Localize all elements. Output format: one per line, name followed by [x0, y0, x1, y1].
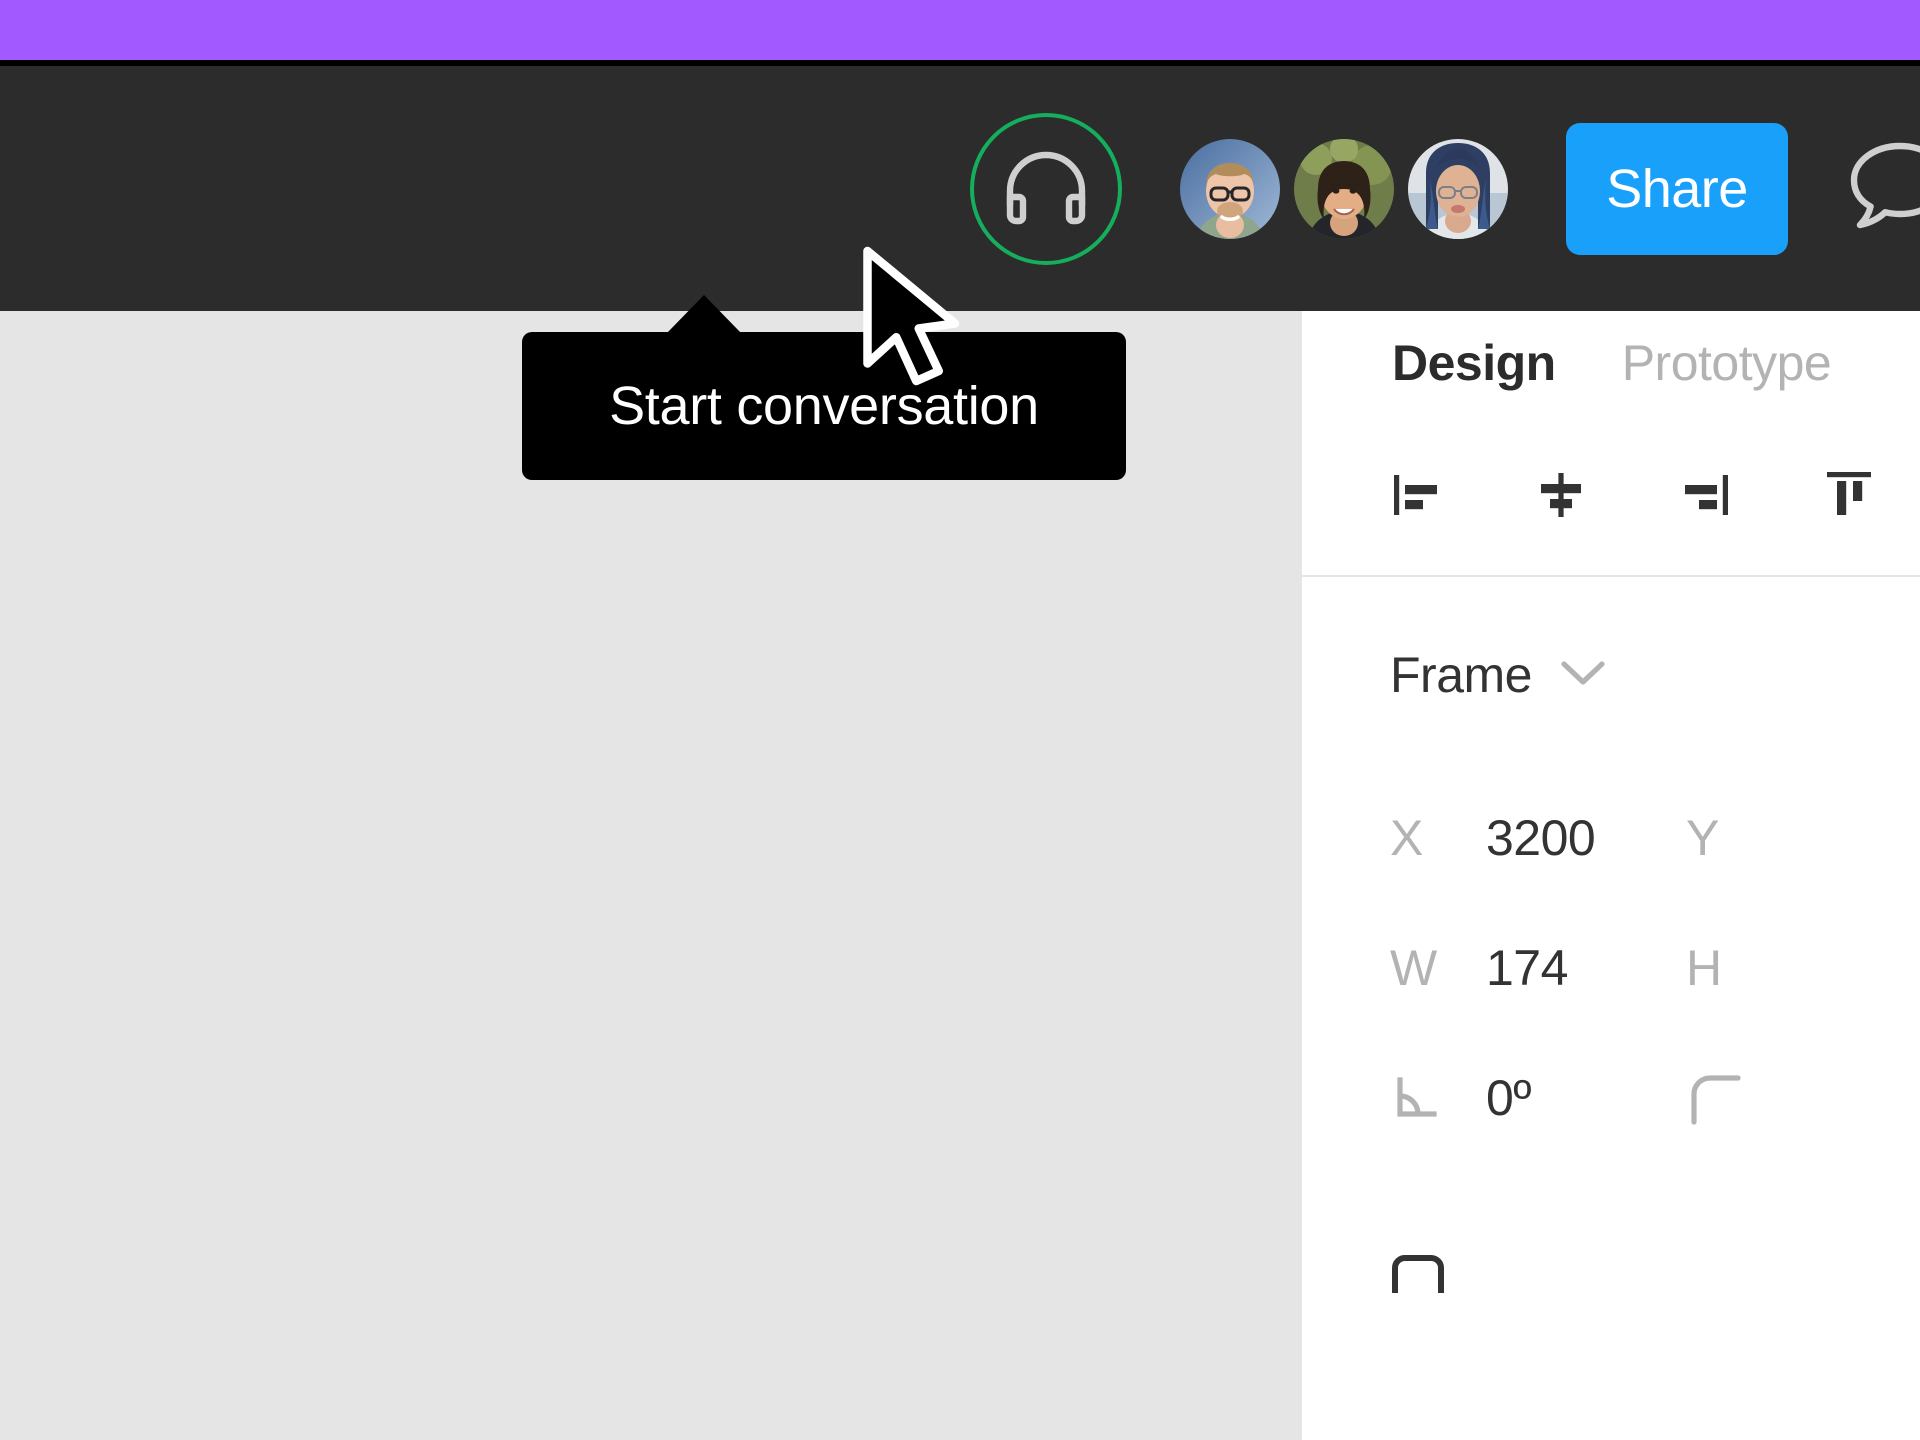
rotation-radius-row: 0º	[1302, 1033, 1920, 1163]
corner-radius-icon	[1686, 1070, 1782, 1126]
rotation-value[interactable]: 0º	[1486, 1069, 1532, 1127]
h-label: H	[1686, 940, 1722, 996]
y-label: Y	[1686, 810, 1719, 866]
chevron-down-icon[interactable]	[1560, 658, 1606, 693]
share-button[interactable]: Share	[1566, 122, 1788, 255]
position-row: X 3200 Y	[1302, 773, 1920, 903]
height-field[interactable]: H	[1686, 939, 1920, 997]
x-value[interactable]: 3200	[1486, 809, 1596, 867]
tooltip-arrow	[667, 295, 741, 333]
align-top-icon[interactable]	[1812, 458, 1886, 532]
avatar[interactable]	[1180, 138, 1280, 239]
comment-bubble-icon	[1846, 136, 1920, 241]
panel-tab-bar: Design Prototype	[1302, 311, 1920, 415]
design-canvas[interactable]	[0, 311, 1302, 1440]
top-toolbar: Share	[0, 66, 1920, 311]
avatar[interactable]	[1408, 138, 1508, 239]
rotation-angle-icon	[1390, 1070, 1486, 1126]
frame-section-header[interactable]: Frame	[1302, 577, 1920, 773]
w-label: W	[1390, 940, 1437, 996]
tab-prototype[interactable]: Prototype	[1622, 334, 1832, 392]
clip-content-icon	[1390, 1253, 1486, 1293]
tooltip-label: Start conversation	[609, 376, 1039, 436]
x-field[interactable]: X 3200	[1390, 809, 1686, 867]
corner-radius-field[interactable]	[1686, 1070, 1920, 1126]
clip-content-field[interactable]	[1390, 1253, 1686, 1293]
headphones-icon-button[interactable]	[970, 112, 1122, 265]
headphones-icon	[1000, 149, 1092, 229]
toolbar-right-group: Share	[970, 66, 1920, 311]
x-label: X	[1390, 810, 1423, 866]
avatar[interactable]	[1294, 138, 1394, 239]
size-row: W 174 H	[1302, 903, 1920, 1033]
align-right-icon[interactable]	[1668, 458, 1742, 532]
purple-accent-bar	[0, 0, 1920, 60]
tooltip-box: Start conversation	[522, 332, 1126, 480]
align-horizontal-center-icon[interactable]	[1524, 458, 1598, 532]
rotation-field[interactable]: 0º	[1390, 1069, 1686, 1127]
align-left-icon[interactable]	[1380, 458, 1454, 532]
figma-window: Share Start conversation Design Prototyp…	[0, 0, 1920, 1440]
width-field[interactable]: W 174	[1390, 939, 1686, 997]
properties-panel: Design Prototype Frame X 3200 Y W 174 H …	[1302, 311, 1920, 1440]
comment-icon-button[interactable]	[1840, 129, 1920, 249]
alignment-toolbar	[1302, 415, 1920, 575]
section-title: Frame	[1390, 647, 1532, 703]
clip-content-row	[1302, 1163, 1920, 1293]
w-value[interactable]: 174	[1486, 939, 1568, 997]
y-field[interactable]: Y	[1686, 809, 1920, 867]
tab-design[interactable]: Design	[1392, 334, 1556, 392]
